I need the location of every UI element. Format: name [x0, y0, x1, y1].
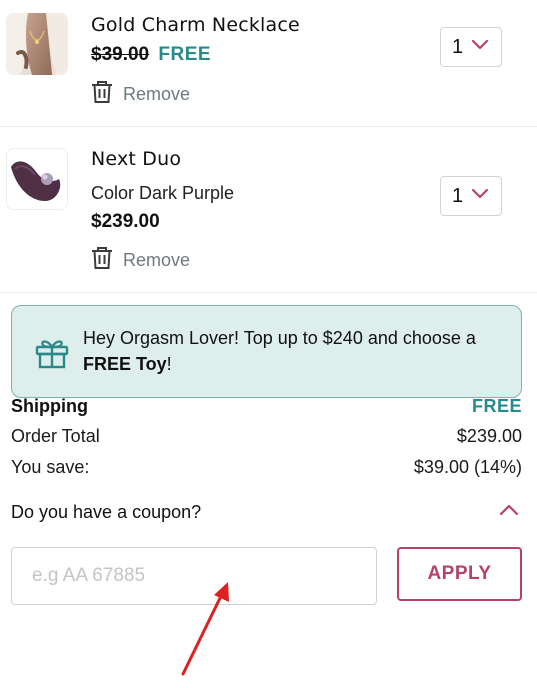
trash-icon: [91, 246, 113, 275]
quantity-select[interactable]: 1: [440, 27, 502, 67]
quantity-select[interactable]: 1: [440, 176, 502, 216]
product-price: $239.00: [91, 211, 160, 232]
quantity-value: 1: [452, 35, 464, 58]
remove-button[interactable]: Remove: [91, 246, 190, 275]
product-name[interactable]: Next Duo: [91, 148, 181, 170]
remove-label: Remove: [123, 250, 191, 270]
apply-button[interactable]: APPLY: [397, 547, 522, 601]
free-toy-emphasis: FREE Toy: [83, 354, 167, 374]
you-save-value: $39.00 (14%): [413, 457, 522, 477]
trash-icon: [91, 80, 113, 109]
product-thumbnail[interactable]: [6, 13, 68, 75]
shipping-label: Shipping: [11, 396, 88, 416]
price-row: $39.00 FREE: [91, 44, 211, 66]
purple-toy-photo: [7, 149, 67, 209]
gift-icon: [35, 337, 69, 374]
product-thumbnail[interactable]: [6, 148, 68, 210]
remove-button[interactable]: Remove: [91, 80, 190, 109]
chevron-down-icon: [471, 38, 489, 56]
coupon-question[interactable]: Do you have a coupon?: [11, 502, 201, 523]
necklace-photo: [6, 13, 68, 75]
you-save-label: You save:: [11, 457, 90, 477]
chevron-up-icon[interactable]: [499, 503, 519, 522]
original-price: $39.00: [91, 44, 150, 65]
cart-item: Gold Charm Necklace $39.00 FREE Remove 1: [0, 0, 537, 127]
product-name[interactable]: Gold Charm Necklace: [91, 14, 300, 36]
shipping-value: FREE: [471, 396, 522, 416]
product-color: Color Dark Purple: [91, 183, 235, 203]
remove-label: Remove: [123, 84, 191, 104]
you-save-row: You save: $39.00 (14%): [11, 457, 522, 478]
order-total-value: $239.00: [456, 426, 522, 446]
free-label: FREE: [158, 44, 212, 65]
cart-item: Next Duo Color Dark Purple $239.00 Remov…: [0, 127, 537, 293]
banner-message: Hey Orgasm Lover! Top up to $240 and cho…: [83, 328, 476, 374]
shipping-row: Shipping FREE: [11, 396, 522, 417]
coupon-input[interactable]: [11, 547, 377, 605]
quantity-value: 1: [452, 184, 464, 207]
order-total-row: Order Total $239.00: [11, 426, 522, 447]
order-total-label: Order Total: [11, 426, 100, 446]
free-toy-banner: Hey Orgasm Lover! Top up to $240 and cho…: [11, 305, 522, 398]
chevron-down-icon: [471, 187, 489, 205]
